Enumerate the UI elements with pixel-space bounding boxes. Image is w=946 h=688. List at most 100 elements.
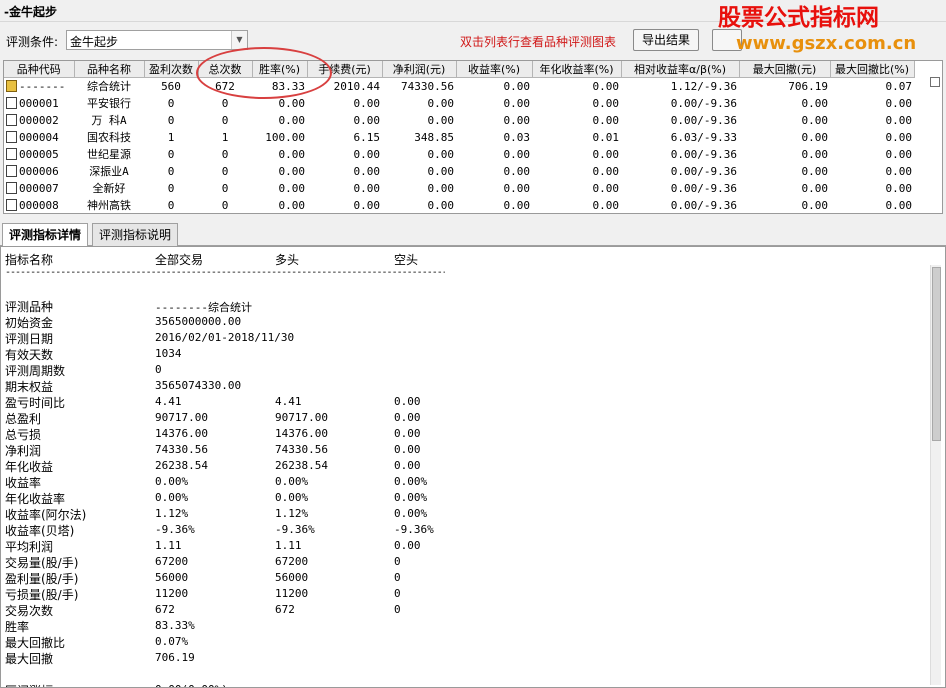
cell-text: 000004	[19, 130, 59, 144]
cell-text: 0.00/-9.36	[670, 198, 737, 212]
grid-scroll-box[interactable]	[930, 77, 940, 87]
table-row[interactable]: 000004 国农科技 1 1 100.00 6.15 348.85 0.03 0.01 6.03…	[4, 129, 914, 146]
metric-value: 0.00(0.00%)	[155, 683, 228, 687]
detail-row: 最大回撤 706.19	[1, 650, 921, 666]
metric-value: 0.07%	[155, 635, 189, 648]
cell-text: 0.00	[885, 147, 913, 161]
col-header[interactable]: 年化收益率(%)	[532, 61, 622, 78]
table-cell: 世纪星源	[74, 146, 144, 163]
table-row[interactable]: 000008 神州高铁 0 0 0.00 0.00 0.00 0.00 0.00 0.00/-9.…	[4, 197, 914, 214]
col-header[interactable]: 相对收益率α/β(%)	[621, 61, 740, 78]
metric-value: 74330.56	[275, 443, 328, 456]
col-header[interactable]: 最大回撤(元)	[739, 61, 831, 78]
export-results-button[interactable]: 导出结果	[633, 29, 699, 51]
cell-text: 0.00	[801, 198, 829, 212]
col-header[interactable]: 品种名称	[74, 61, 145, 78]
table-cell: 0.00	[532, 78, 621, 95]
table-cell: 6.03/-9.33	[621, 129, 739, 146]
col-header[interactable]: 手续费(元)	[307, 61, 383, 78]
table-row[interactable]: 000002 万 科A 0 0 0.00 0.00 0.00 0.00 0.00 0.00/-9.…	[4, 112, 914, 129]
table-cell: 0.00	[532, 197, 621, 214]
metric-value: 0	[394, 587, 401, 600]
col-header[interactable]: 胜率(%)	[252, 61, 308, 78]
col-header[interactable]: 收益率(%)	[456, 61, 533, 78]
condition-select-value: 金牛起步	[70, 35, 119, 49]
cell-text: 0.00/-9.36	[670, 147, 737, 161]
table-cell: 0.00	[382, 146, 456, 163]
metric-name: 最大回撤	[5, 652, 54, 666]
metric-value: 90717.00	[275, 411, 328, 424]
table-cell: 0.00	[739, 180, 830, 197]
metric-value: 0	[394, 555, 401, 568]
detail-scrollbar[interactable]	[930, 265, 941, 685]
cell-text: 000001	[19, 96, 59, 110]
metric-value: 672	[275, 603, 295, 616]
table-cell: 0.00	[830, 146, 914, 163]
cell-text: 0.01	[592, 130, 620, 144]
metric-value: 83.33%	[155, 619, 195, 632]
table-cell: 0.00	[532, 180, 621, 197]
table-cell: 0.07	[830, 78, 914, 95]
table-cell: 0.00	[456, 146, 532, 163]
cell-text: 0.00	[503, 147, 531, 161]
table-row[interactable]: 000001 平安银行 0 0 0.00 0.00 0.00 0.00 0.00 0.00/-9.…	[4, 95, 914, 112]
table-cell: 0.00	[456, 180, 532, 197]
table-cell: 0.00	[456, 78, 532, 95]
cell-text: 0.00	[592, 164, 620, 178]
scrollbar-thumb[interactable]	[932, 267, 941, 441]
detail-row: 总亏损 14376.00 14376.00 0.00	[1, 426, 921, 442]
table-cell: -------	[4, 78, 74, 95]
metric-value: -9.36%	[275, 523, 315, 536]
tab-indicator-explanation[interactable]: 评测指标说明	[92, 223, 179, 246]
cell-text: 706.19	[788, 79, 828, 93]
metric-name: 评测日期	[5, 332, 54, 346]
table-row[interactable]: ------- 综合统计 560 672 83.33 2010.44 74330.56 0.0…	[4, 78, 914, 95]
cell-text: 672	[215, 79, 235, 93]
results-grid[interactable]: 品种代码 品种名称 盈利次数 总次数 胜率(%) 手续费(元) 净利润(元) 收…	[3, 60, 943, 214]
cell-text: 0	[167, 181, 175, 195]
col-header[interactable]: 总次数	[198, 61, 253, 78]
table-row[interactable]: 000007 全新好 0 0 0.00 0.00 0.00 0.00 0.00 0.00/-9.3…	[4, 180, 914, 197]
metric-value: 0.00	[394, 395, 421, 408]
metric-value: 672	[155, 603, 175, 616]
col-header[interactable]: 品种代码	[4, 61, 75, 78]
metric-name: 收益率	[5, 476, 42, 490]
table-cell: 000004	[4, 129, 74, 146]
cell-text: 6.15	[353, 130, 381, 144]
table-cell: 348.85	[382, 129, 456, 146]
cell-text: 0.00	[353, 113, 381, 127]
col-header[interactable]: 净利润(元)	[382, 61, 457, 78]
metric-value: 0.00%	[155, 491, 189, 504]
cell-text: 000005	[19, 147, 59, 161]
table-cell: 0.00	[382, 180, 456, 197]
metric-name: 收益率(阿尔法)	[5, 508, 87, 522]
cell-text: 0	[221, 181, 229, 195]
table-cell: 2010.44	[307, 78, 382, 95]
table-cell: 0.00/-9.36	[621, 95, 739, 112]
col-header[interactable]: 盈利次数	[144, 61, 199, 78]
metric-value: 0.00%	[275, 475, 309, 488]
cell-text: 0	[221, 147, 229, 161]
table-cell: 0.00	[456, 163, 532, 180]
col-header[interactable]: 最大回撤比(%)	[830, 61, 915, 78]
table-cell: 6.15	[307, 129, 382, 146]
table-row[interactable]: 000006 深振业A 0 0 0.00 0.00 0.00 0.00 0.00 0.00/-9.…	[4, 163, 914, 180]
watermark-url: www.gszx.com.cn	[736, 33, 917, 54]
table-cell: 0	[198, 146, 252, 163]
metric-value: 0.00	[394, 443, 421, 456]
detail-header-long: 多头	[275, 253, 300, 267]
chevron-down-icon[interactable]: ▼	[231, 31, 247, 49]
metric-value: 1.11	[275, 539, 302, 552]
table-cell: 0.03	[456, 129, 532, 146]
cell-text: 0.00	[427, 147, 455, 161]
condition-select[interactable]: 金牛起步 ▼	[66, 30, 248, 50]
detail-row: 有效天数 1034	[1, 346, 921, 362]
detail-row: 交易量(股/手) 67200 67200 0	[1, 554, 921, 570]
cell-text: 0.00	[592, 181, 620, 195]
table-cell: 0.00	[532, 95, 621, 112]
cell-text: 0.00	[885, 96, 913, 110]
tab-indicator-details[interactable]: 评测指标详情	[2, 223, 89, 247]
table-cell: 0.00	[739, 163, 830, 180]
table-row[interactable]: 000005 世纪星源 0 0 0.00 0.00 0.00 0.00 0.00 0.00/-9.…	[4, 146, 914, 163]
cell-text: 0.00	[885, 130, 913, 144]
